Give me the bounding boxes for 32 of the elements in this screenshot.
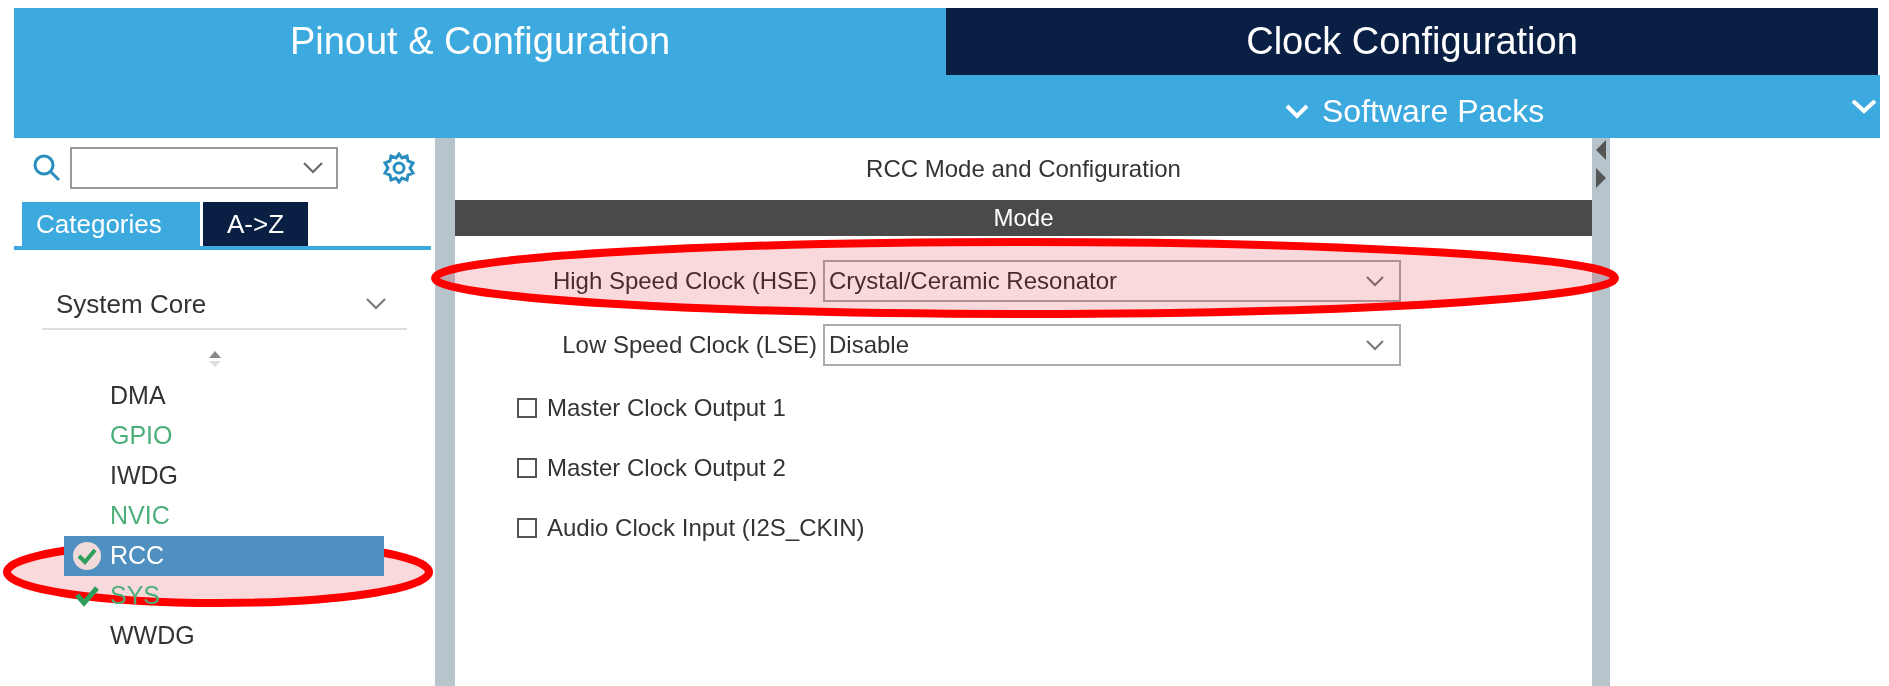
section-header: Mode — [455, 200, 1592, 236]
panel-title: RCC Mode and Configuration — [866, 154, 1181, 184]
checkbox[interactable] — [517, 518, 537, 538]
chevron-down-icon[interactable] — [1850, 97, 1878, 115]
chevron-down-icon — [302, 161, 324, 175]
checkbox-label: Master Clock Output 2 — [547, 453, 786, 483]
check-circle-icon — [72, 541, 102, 571]
checkbox-label: Audio Clock Input (I2S_CKIN) — [547, 513, 865, 543]
chevron-down-icon — [365, 297, 387, 311]
sidebar-tab[interactable]: A->Z — [203, 202, 308, 246]
top-tab[interactable]: Clock Configuration — [946, 8, 1880, 75]
peripheral-item[interactable]: DMA — [64, 376, 168, 416]
field-label: Low Speed Clock (LSE) — [561, 330, 818, 360]
settings-icon[interactable] — [382, 151, 416, 185]
splitter-bar[interactable] — [435, 138, 455, 686]
chevron-down-icon — [1365, 339, 1385, 351]
select-field[interactable]: Disable — [823, 324, 1401, 366]
check-icon — [74, 585, 100, 607]
select-field[interactable]: Crystal/Ceramic Resonator — [823, 260, 1401, 302]
search-field[interactable] — [70, 147, 338, 189]
peripheral-item[interactable]: WWDG — [64, 616, 197, 656]
category-dropdown[interactable]: System Core — [42, 280, 407, 330]
checkbox-label: Master Clock Output 1 — [547, 393, 786, 423]
chevron-down-icon — [1284, 102, 1310, 120]
splitter-bar[interactable] — [1592, 138, 1610, 686]
field-label: High Speed Clock (HSE) — [551, 266, 818, 296]
checkbox[interactable] — [517, 458, 537, 478]
search-icon[interactable] — [32, 153, 62, 183]
peripheral-item[interactable]: IWDG — [64, 456, 181, 496]
chevron-down-icon — [1365, 275, 1385, 287]
scroll-arrows-icon[interactable] — [207, 350, 222, 368]
checkbox[interactable] — [517, 398, 537, 418]
